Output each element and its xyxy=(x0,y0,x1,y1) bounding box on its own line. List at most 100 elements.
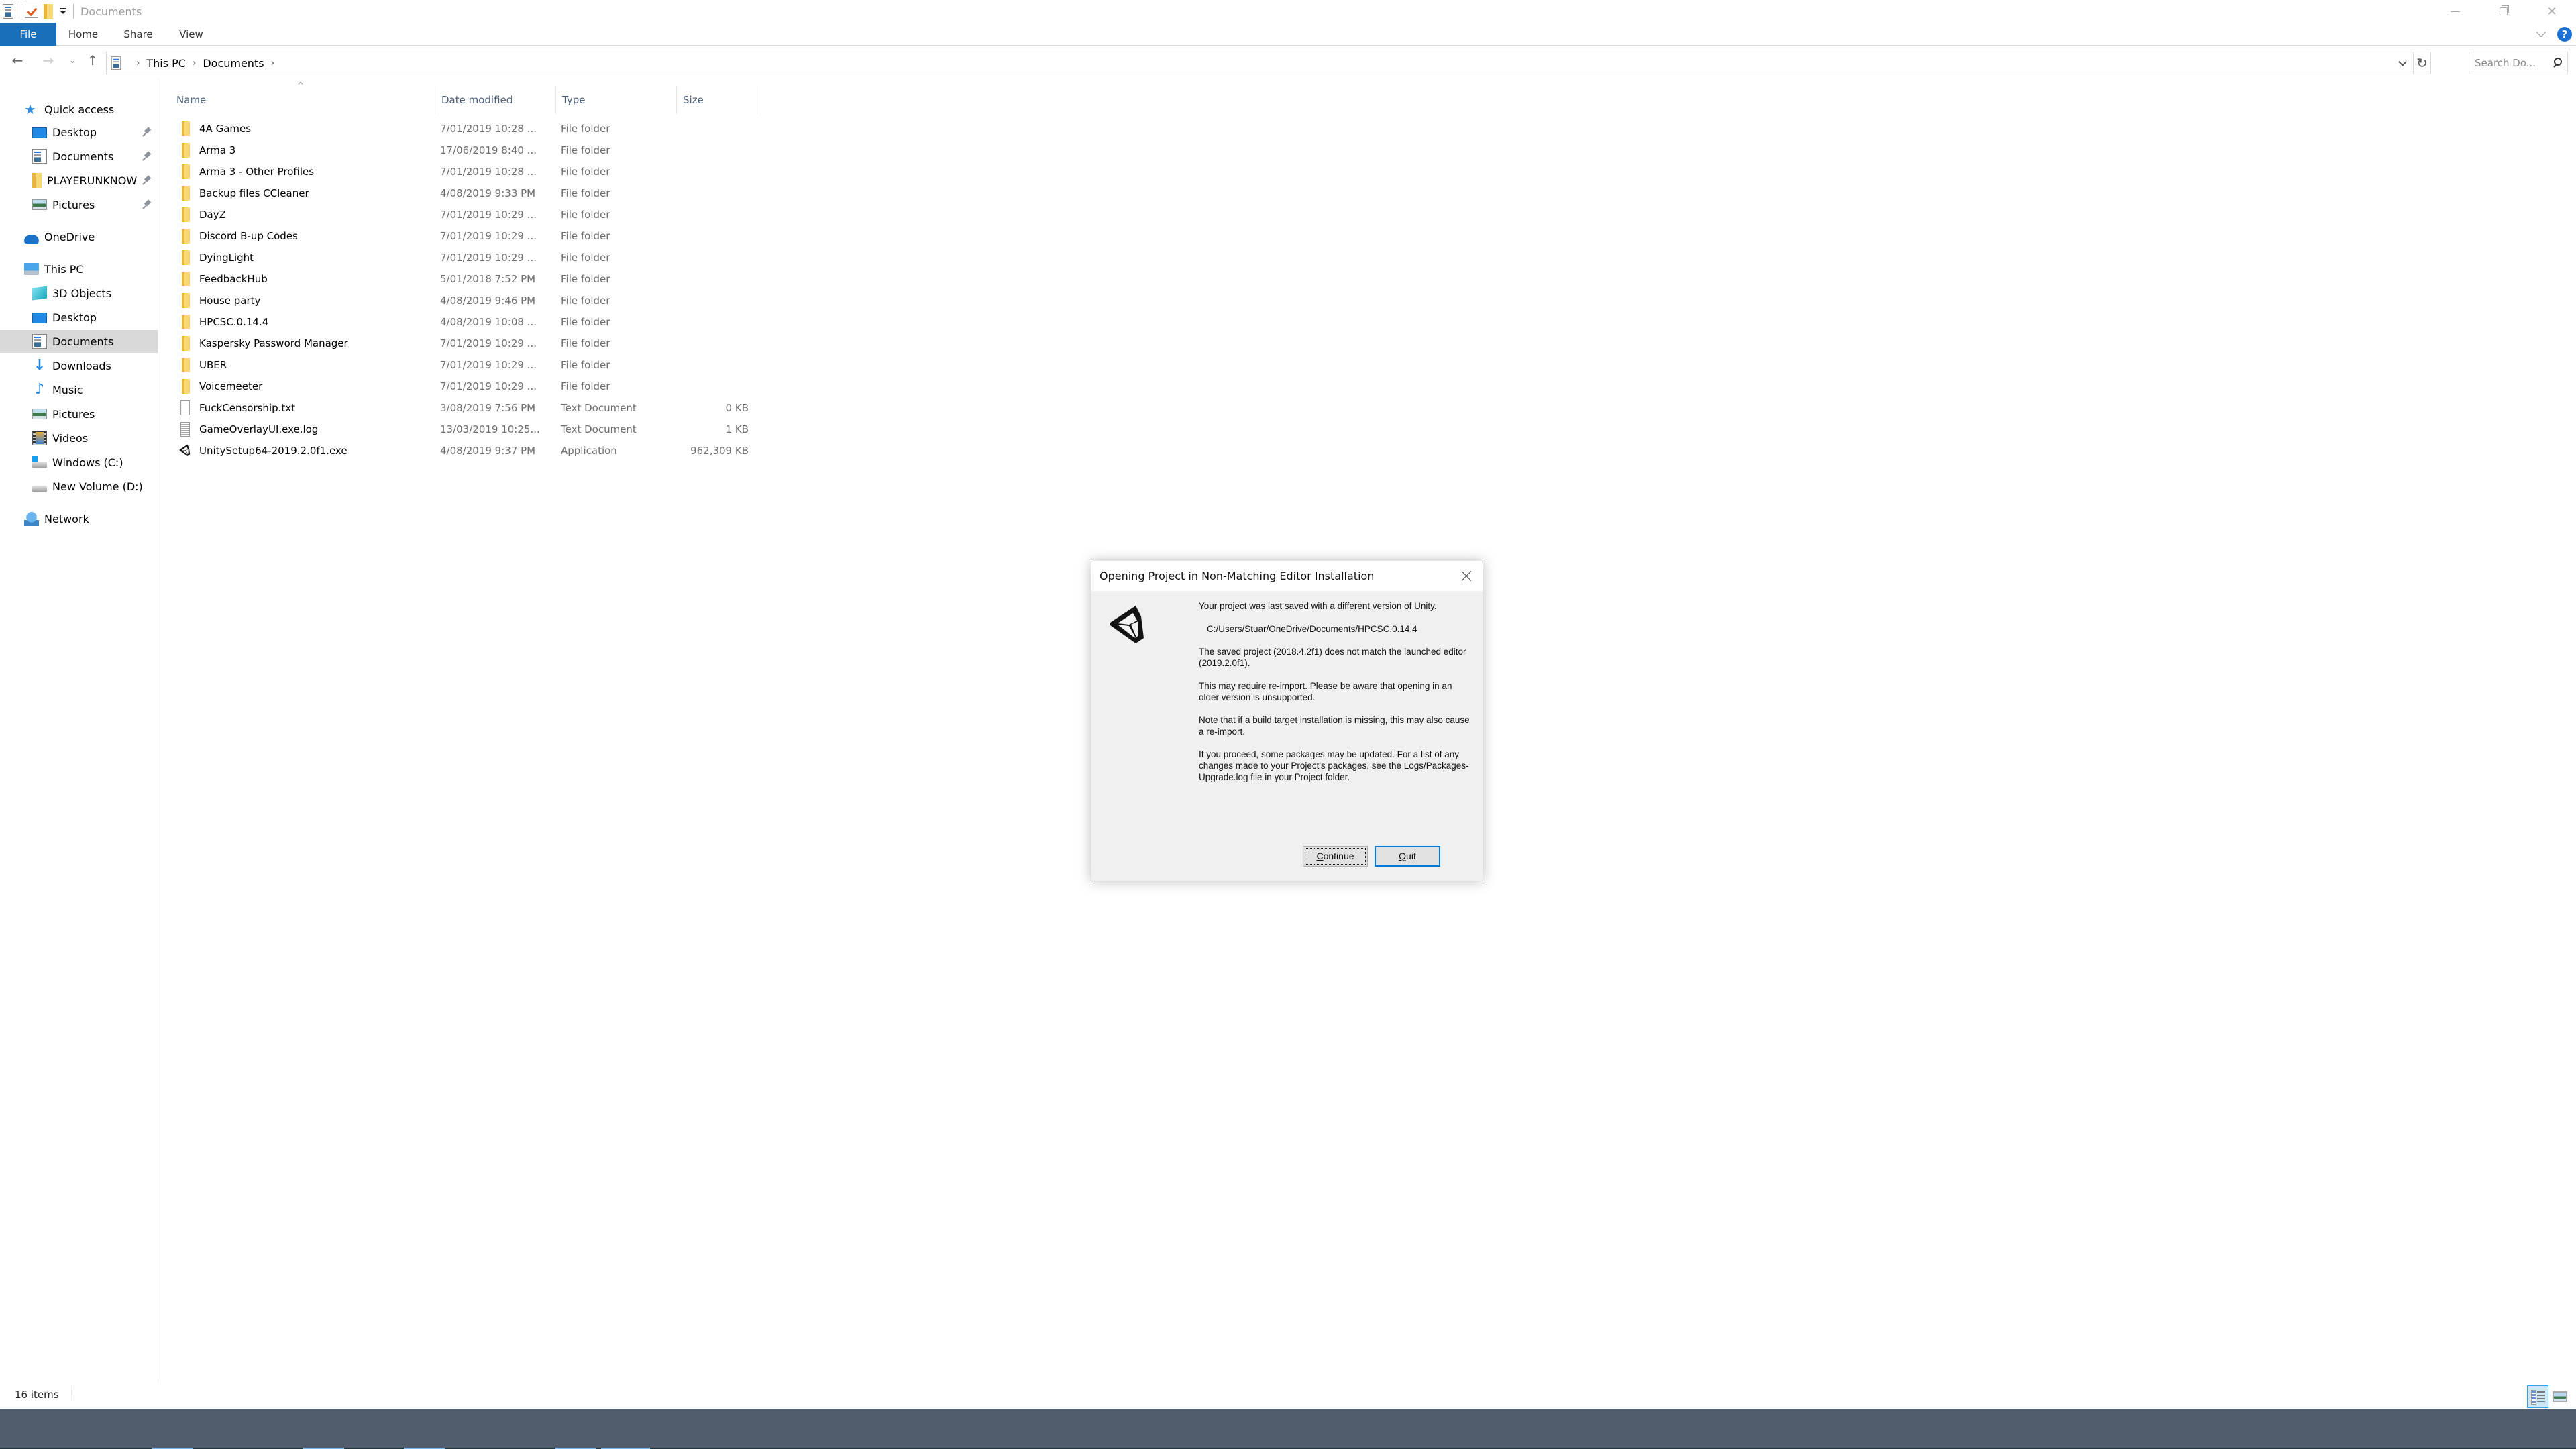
taskbar xyxy=(0,1409,2576,1449)
nav-item-qa-documents[interactable]: Documents xyxy=(0,145,158,168)
nav-item-label: Music xyxy=(52,383,83,396)
details-view-button[interactable] xyxy=(2527,1385,2548,1408)
file-type: File folder xyxy=(561,187,610,199)
file-type: File folder xyxy=(561,252,610,264)
continue-button[interactable]: Continue xyxy=(1303,846,1368,867)
nav-item-qa-pictures[interactable]: Pictures xyxy=(0,193,158,216)
nav-item-label: New Volume (D:) xyxy=(52,480,143,493)
file-row[interactable]: House party 4/08/2019 9:46 PM File folder xyxy=(159,290,763,311)
nav-item-pictures[interactable]: Pictures xyxy=(0,402,158,425)
file-name: House party xyxy=(199,294,261,307)
expand-ribbon-chevron-icon[interactable] xyxy=(2534,27,2549,42)
breadcrumb-this-pc[interactable]: This PC xyxy=(146,57,186,70)
up-arrow-icon[interactable]: ↑ xyxy=(85,52,101,68)
properties-check-icon[interactable] xyxy=(25,5,38,18)
new-folder-icon[interactable] xyxy=(44,4,53,19)
videos-icon xyxy=(32,431,47,445)
quick-access-star-icon: ★ xyxy=(24,101,36,117)
file-row[interactable]: Backup files CCleaner 4/08/2019 9:33 PM Fi… xyxy=(159,182,763,204)
nav-item-this-pc[interactable]: This PC xyxy=(0,258,158,280)
forward-arrow-icon[interactable]: → xyxy=(40,52,56,68)
continue-label: ontinue xyxy=(1323,851,1354,861)
column-header-type[interactable]: Type xyxy=(555,86,676,114)
dialog-project-path: C:/Users/Stuar/OneDrive/Documents/HPCSC.… xyxy=(1207,624,1417,634)
file-row[interactable]: GameOverlayUI.exe.log 13/03/2019 10:25...… xyxy=(159,419,763,440)
breadcrumb-chevron-icon[interactable]: › xyxy=(271,58,274,68)
nav-item-label: Network xyxy=(44,512,89,525)
nav-item-qa-desktop[interactable]: Desktop xyxy=(0,121,158,144)
folder-icon xyxy=(182,336,190,351)
nav-item-label: OneDrive xyxy=(44,230,95,244)
nav-item-onedrive[interactable]: OneDrive xyxy=(0,225,158,248)
nav-item-label: PLAYERUNKNOWN'S BATTLEGROUNDS xyxy=(47,174,138,187)
nav-item-label: Pictures xyxy=(52,407,95,421)
file-row[interactable]: 4A Games 7/01/2019 10:28 ... File folder xyxy=(159,118,763,140)
file-row[interactable]: Discord B-up Codes 7/01/2019 10:29 ... Fil… xyxy=(159,225,763,247)
desktop-icon xyxy=(32,127,47,138)
file-row[interactable]: UnitySetup64-2019.2.0f1.exe 4/08/2019 9:3… xyxy=(159,440,763,462)
dialog-title: Opening Project in Non-Matching Editor I… xyxy=(1099,570,1375,582)
drive-icon xyxy=(32,486,47,492)
restore-button[interactable] xyxy=(2479,0,2528,23)
file-type: File folder xyxy=(561,273,610,285)
refresh-icon[interactable]: ↻ xyxy=(2413,52,2430,74)
search-icon[interactable] xyxy=(2553,58,2562,67)
file-row[interactable]: Voicemeeter 7/01/2019 10:29 ... File folde… xyxy=(159,376,763,397)
file-row[interactable]: Arma 3 - Other Profiles 7/01/2019 10:28 .… xyxy=(159,161,763,182)
folder-icon xyxy=(182,121,190,136)
dialog-close-icon[interactable] xyxy=(1454,566,1479,587)
customize-toolbar-dropdown-icon[interactable] xyxy=(58,7,68,16)
folder-icon xyxy=(182,272,190,286)
file-row[interactable]: Arma 3 17/06/2019 8:40 ... File folder xyxy=(159,140,763,161)
nav-item-downloads[interactable]: ↓ Downloads xyxy=(0,354,158,377)
unity-app-icon xyxy=(179,443,194,458)
nav-item-windows-c[interactable]: Windows (C:) xyxy=(0,451,158,474)
column-header-name[interactable]: Name xyxy=(170,86,435,114)
file-row[interactable]: FeedbackHub 5/01/2018 7:52 PM File folder xyxy=(159,268,763,290)
quit-button[interactable]: Quit xyxy=(1375,846,1440,867)
file-row[interactable]: UBER 7/01/2019 10:29 ... File folder xyxy=(159,354,763,376)
file-row[interactable]: DayZ 7/01/2019 10:29 ... File folder xyxy=(159,204,763,225)
file-name: UBER xyxy=(199,359,227,371)
breadcrumb-chevron-icon[interactable]: › xyxy=(193,58,196,68)
file-row[interactable]: DyingLight 7/01/2019 10:29 ... File folder xyxy=(159,247,763,268)
file-row[interactable]: FuckCensorship.txt 3/08/2019 7:56 PM Text … xyxy=(159,397,763,419)
dialog-paragraph: This may require re-import. Please be aw… xyxy=(1199,681,1452,702)
nav-item-desktop[interactable]: Desktop xyxy=(0,306,158,329)
file-type: File folder xyxy=(561,230,610,242)
breadcrumb-chevron-icon[interactable]: › xyxy=(136,58,140,68)
file-type: File folder xyxy=(561,123,610,135)
back-arrow-icon[interactable]: ← xyxy=(9,52,25,68)
tab-share[interactable]: Share xyxy=(118,23,158,46)
nav-item-music[interactable]: ♪ Music xyxy=(0,378,158,401)
tab-view[interactable]: View xyxy=(176,23,207,46)
breadcrumb-documents[interactable]: Documents xyxy=(203,57,264,70)
search-input[interactable] xyxy=(2475,55,2548,71)
address-history-dropdown-icon[interactable] xyxy=(2394,52,2410,74)
tab-home[interactable]: Home xyxy=(64,23,102,46)
minimize-button[interactable] xyxy=(2431,0,2479,23)
minimize-icon xyxy=(2451,11,2460,12)
recent-locations-chevron-icon[interactable]: ⌄ xyxy=(64,52,80,68)
nav-item-new-volume-d[interactable]: New Volume (D:) xyxy=(0,475,158,498)
nav-item-3d-objects[interactable]: 3D Objects xyxy=(0,282,158,305)
nav-item-network[interactable]: Network xyxy=(0,507,158,530)
nav-item-videos[interactable]: Videos xyxy=(0,427,158,449)
pictures-icon xyxy=(32,199,47,210)
folder-icon xyxy=(182,293,190,308)
dialog-paragraph: If you proceed, some packages may be upd… xyxy=(1199,749,1469,782)
nav-item-documents[interactable]: Documents xyxy=(0,330,158,353)
file-row[interactable]: Kaspersky Password Manager 7/01/2019 10:2… xyxy=(159,333,763,354)
search-box[interactable] xyxy=(2469,52,2568,74)
nav-item-qa-pubg[interactable]: PLAYERUNKNOWN'S BATTLEGROUNDS xyxy=(0,169,158,192)
file-type: File folder xyxy=(561,144,610,156)
large-icons-view-button[interactable] xyxy=(2553,1391,2567,1402)
address-bar[interactable]: › This PC › Documents › ↻ xyxy=(106,52,2431,74)
nav-item-quick-access[interactable]: ★ Quick access xyxy=(0,98,158,121)
file-row[interactable]: HPCSC.0.14.4 4/08/2019 10:08 ... File fold… xyxy=(159,311,763,333)
column-header-date[interactable]: Date modified xyxy=(435,86,555,114)
tab-file[interactable]: File xyxy=(0,23,56,46)
close-button[interactable]: ✕ xyxy=(2528,0,2576,23)
help-icon[interactable]: ? xyxy=(2557,27,2572,42)
column-header-size[interactable]: Size xyxy=(676,86,757,114)
